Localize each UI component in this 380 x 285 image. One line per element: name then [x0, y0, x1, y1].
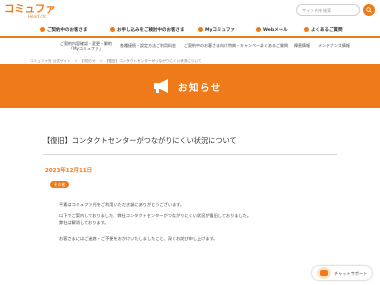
- article-line: 以下でご案内しておりました、弊社コンタクトセンターがつながりにくい状況が復旧して…: [59, 213, 252, 218]
- page-banner: お知らせ: [0, 64, 380, 108]
- heart-icon: [198, 27, 203, 32]
- sub-nav: ご契約内容確認・変更・解約 「Myコミュファ」 各種接続・設定方法 ご利用料金 …: [40, 40, 380, 58]
- nav-item-mycommufa[interactable]: Myコミュファ: [198, 27, 235, 36]
- subnav-item-outage[interactable]: 障害情報: [294, 43, 310, 48]
- nav-item-faq[interactable]: よくあるご質問: [304, 27, 343, 36]
- article-title: 【復旧】コンタクトセンターがつながりにくい状況について: [43, 136, 237, 145]
- article-date: 2023年12月11日: [45, 168, 93, 174]
- nav-item-label: Webメール: [263, 28, 288, 33]
- nav-item-label: お申し込みをご検討中のお客さま: [117, 28, 185, 33]
- site-logo[interactable]: コミュファ Heart ctc: [4, 3, 64, 21]
- article-line: お客さまにはご迷惑・ご不便をおかけいたしましたこと、深くお詫び申し上げます。: [59, 236, 218, 241]
- subnav-item-contract[interactable]: ご契約内容確認・変更・解約 「Myコミュファ」: [60, 41, 112, 51]
- page-title: お知らせ: [178, 83, 222, 94]
- nav-item-label: よくあるご質問: [311, 28, 343, 33]
- article-line: 弊社は解消しております。: [59, 220, 109, 225]
- subnav-item-setup[interactable]: 各種接続・設定方法: [120, 43, 156, 48]
- question-icon: [304, 27, 309, 32]
- nav-item-prospects[interactable]: お申し込みをご検討中のお客さま: [110, 27, 185, 36]
- logo-subtext: Heart ctc: [28, 14, 47, 19]
- chat-support-button[interactable]: チャットサポート: [312, 266, 372, 280]
- search-input[interactable]: [296, 4, 360, 16]
- subnav-item-faq[interactable]: よくあるご質問: [260, 43, 288, 48]
- subnav-item-campaign[interactable]: ご契約中のお客さま向け特典・キャンペーン: [184, 43, 264, 48]
- nav-item-subscribers[interactable]: ご契約中のお客さま: [40, 27, 88, 36]
- megaphone-icon: [154, 79, 168, 93]
- chat-support-label: チャットサポート: [334, 271, 368, 276]
- user-icon: [40, 27, 45, 32]
- nav-divider: [0, 36, 380, 38]
- nav-item-webmail[interactable]: Webメール: [256, 27, 288, 36]
- nav-item-label: ご契約中のお客さま: [47, 28, 88, 33]
- subnav-item-fees[interactable]: ご利用料金: [156, 43, 176, 48]
- nav-item-label: Myコミュファ: [205, 28, 235, 33]
- search-icon: [366, 7, 372, 13]
- form-icon: [110, 27, 115, 32]
- top-bar: コミュファ Heart ctc: [0, 0, 380, 24]
- mail-icon: [256, 27, 261, 32]
- subnav-item-maintenance[interactable]: メンテナンス情報: [318, 43, 350, 48]
- search-button[interactable]: [363, 4, 375, 16]
- article-line: 平素はコミュファ光をご利用いただき誠にありがとうございます。: [59, 202, 185, 207]
- chat-icon: [317, 267, 331, 279]
- title-divider: [43, 154, 337, 155]
- category-badge: その他: [50, 181, 69, 188]
